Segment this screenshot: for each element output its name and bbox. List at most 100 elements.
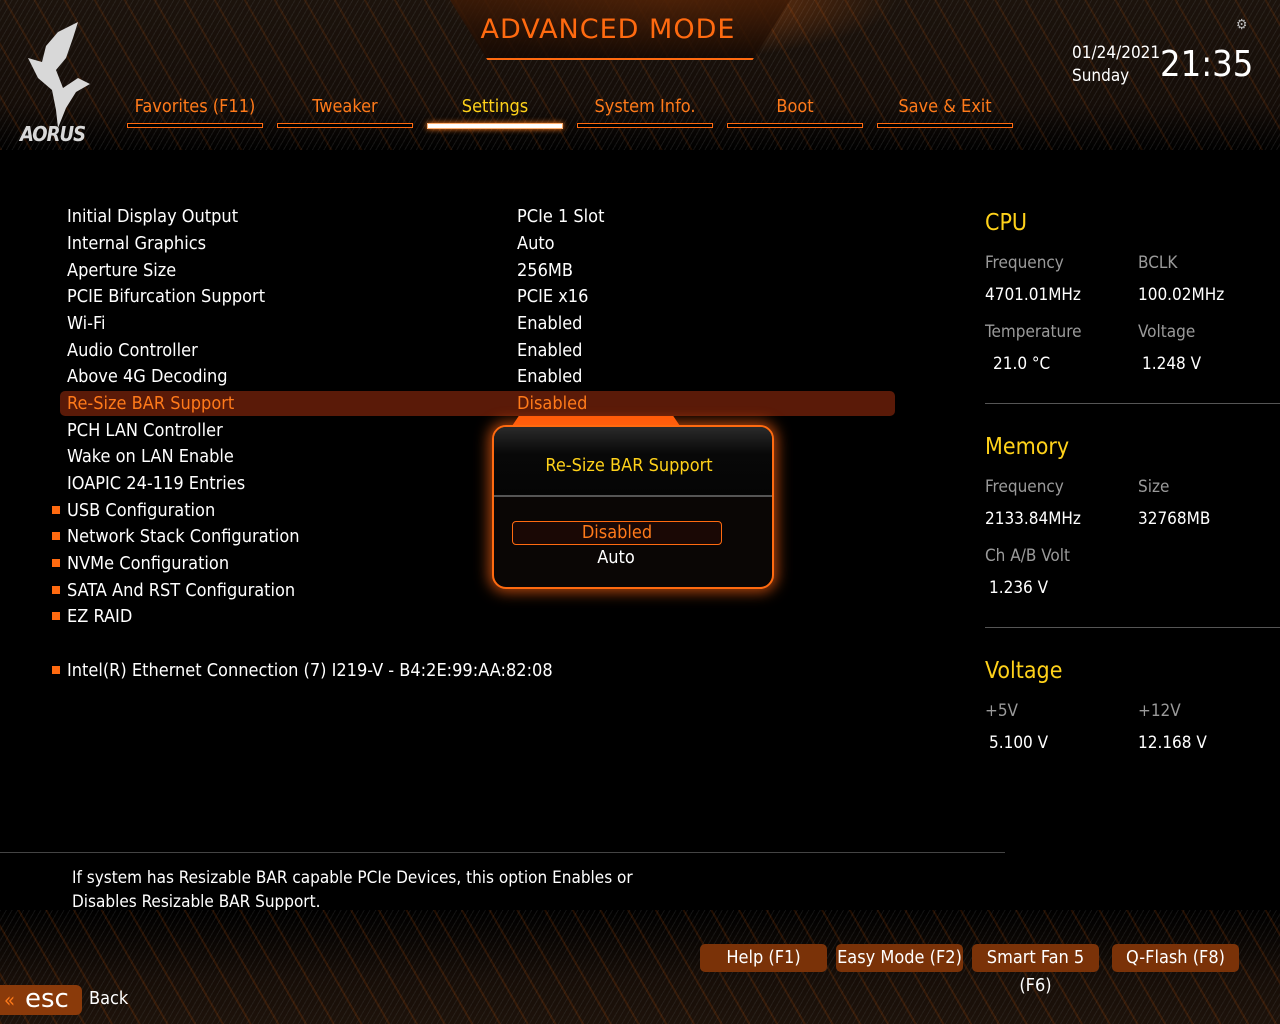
setting-label: IOAPIC 24-119 Entries — [67, 473, 246, 494]
setting-label: Intel(R) Ethernet Connection (7) I219-V … — [67, 660, 553, 681]
help-button[interactable]: Help (F1) — [700, 944, 827, 972]
popup-option-auto[interactable]: Auto — [512, 547, 720, 569]
popup-title: Re-Size BAR Support — [545, 455, 713, 476]
popup-option-disabled[interactable]: Disabled — [512, 521, 722, 545]
help-description: If system has Resizable BAR capable PCIe… — [72, 868, 633, 912]
memory-frequency-label: Frequency — [985, 477, 1064, 497]
brand-logo-text: AORUS — [20, 122, 86, 146]
voltage-5v-label: +5V — [985, 701, 1019, 721]
weekday: Sunday — [1072, 66, 1130, 86]
setting-label: SATA And RST Configuration — [67, 580, 296, 601]
memory-frequency-value: 2133.84MHz — [985, 509, 1081, 529]
tab-label: System Info. — [594, 96, 696, 117]
setting-pcie-bifurcation[interactable]: PCIE Bifurcation Support PCIE x16 — [60, 284, 895, 309]
voltage-5v-value: 5.100 V — [989, 733, 1049, 753]
setting-label: Wake on LAN Enable — [67, 446, 234, 467]
cpu-temperature-label: Temperature — [985, 322, 1082, 342]
submenu-intel-ethernet[interactable]: Intel(R) Ethernet Connection (7) I219-V … — [52, 658, 895, 683]
submenu-bullet-icon — [52, 506, 60, 514]
cpu-temperature-value: 21.0 °C — [993, 354, 1051, 374]
tab-save-exit[interactable]: Save & Exit — [877, 94, 1013, 128]
setting-value: 256MB — [517, 260, 573, 281]
submenu-ez-raid[interactable]: EZ RAID — [52, 604, 895, 629]
tab-label: Boot — [776, 96, 814, 117]
date: 01/24/2021 — [1072, 43, 1161, 63]
setting-label: Aperture Size — [67, 260, 177, 281]
memory-chab-volt-value: 1.236 V — [989, 578, 1049, 598]
tab-settings[interactable]: Settings — [427, 94, 563, 129]
tab-system-info[interactable]: System Info. — [577, 94, 713, 128]
cpu-frequency-label: Frequency — [985, 253, 1064, 273]
setting-label: Initial Display Output — [67, 206, 239, 227]
mode-title: ADVANCED MODE — [480, 14, 736, 45]
submenu-bullet-icon — [52, 532, 60, 540]
tab-underline — [727, 123, 863, 128]
setting-label: Wi-Fi — [67, 313, 106, 334]
tab-tweaker[interactable]: Tweaker — [277, 94, 413, 128]
setting-value: Auto — [517, 233, 555, 254]
setting-label: PCIE Bifurcation Support — [67, 286, 266, 307]
tab-boot[interactable]: Boot — [727, 94, 863, 128]
cpu-bclk-value: 100.02MHz — [1138, 285, 1225, 305]
clock: 21:35 — [1160, 44, 1254, 85]
cpu-voltage-value: 1.248 V — [1142, 354, 1202, 374]
setting-value: Enabled — [517, 313, 583, 334]
setting-wifi[interactable]: Wi-Fi Enabled — [60, 311, 895, 336]
tab-label: Tweaker — [312, 96, 378, 117]
voltage-12v-label: +12V — [1138, 701, 1181, 721]
setting-audio-controller[interactable]: Audio Controller Enabled — [60, 338, 895, 363]
q-flash-button[interactable]: Q-Flash (F8) — [1112, 944, 1239, 972]
voltage-12v-value: 12.168 V — [1138, 733, 1207, 753]
cpu-bclk-label: BCLK — [1138, 253, 1178, 273]
setting-label: Above 4G Decoding — [67, 366, 228, 387]
tab-underline — [127, 123, 263, 128]
tab-label: Settings — [461, 96, 529, 117]
setting-aperture-size[interactable]: Aperture Size 256MB — [60, 258, 895, 283]
setting-label: Audio Controller — [67, 340, 198, 361]
memory-size-label: Size — [1138, 477, 1170, 497]
submenu-bullet-icon — [52, 612, 60, 620]
cpu-voltage-label: Voltage — [1138, 322, 1196, 342]
setting-value: Enabled — [517, 340, 583, 361]
submenu-bullet-icon — [52, 666, 60, 674]
back-label[interactable]: Back — [89, 988, 128, 1009]
tab-favorites[interactable]: Favorites (F11) — [127, 94, 263, 128]
double-chevron-left-icon: « — [4, 988, 16, 1012]
tab-underline — [427, 123, 563, 129]
setting-value: Disabled — [517, 393, 588, 414]
help-divider — [0, 852, 1005, 853]
esc-label: esc — [25, 984, 69, 1014]
setting-value: PCIe 1 Slot — [517, 206, 605, 227]
memory-chab-volt-label: Ch A/B Volt — [985, 546, 1070, 566]
easy-mode-button[interactable]: Easy Mode (F2) — [836, 944, 963, 972]
setting-resize-bar-support[interactable]: Re-Size BAR Support Disabled — [60, 391, 895, 416]
cpu-frequency-value: 4701.01MHz — [985, 285, 1081, 305]
section-divider — [985, 403, 1280, 404]
setting-label: Internal Graphics — [67, 233, 207, 254]
tab-underline — [577, 123, 713, 128]
memory-size-value: 32768MB — [1138, 509, 1211, 529]
setting-label: PCH LAN Controller — [67, 420, 223, 441]
setting-label: EZ RAID — [67, 606, 133, 627]
submenu-bullet-icon — [52, 586, 60, 594]
option-popup: Re-Size BAR Support Disabled Auto — [492, 425, 774, 589]
cpu-section-title: CPU — [985, 210, 1028, 236]
date-display: 01/24/2021 Sunday — [1072, 42, 1160, 88]
setting-value: Enabled — [517, 366, 583, 387]
setting-internal-graphics[interactable]: Internal Graphics Auto — [60, 231, 895, 256]
tab-label: Favorites (F11) — [134, 96, 256, 117]
setting-value: PCIE x16 — [517, 286, 589, 307]
setting-initial-display-output[interactable]: Initial Display Output PCIe 1 Slot — [60, 204, 895, 229]
tab-label: Save & Exit — [898, 96, 992, 117]
setting-label: Re-Size BAR Support — [67, 393, 235, 414]
setting-label: Network Stack Configuration — [67, 526, 300, 547]
setting-label: NVMe Configuration — [67, 553, 230, 574]
gear-icon[interactable]: ⚙ — [1236, 18, 1250, 32]
section-divider — [985, 627, 1280, 628]
esc-button[interactable]: « esc — [0, 984, 82, 1015]
setting-label: USB Configuration — [67, 500, 216, 521]
memory-section-title: Memory — [985, 434, 1070, 460]
setting-above-4g-decoding[interactable]: Above 4G Decoding Enabled — [60, 364, 895, 389]
smart-fan-button[interactable]: Smart Fan 5 (F6) — [972, 944, 1099, 996]
tab-underline — [277, 123, 413, 128]
